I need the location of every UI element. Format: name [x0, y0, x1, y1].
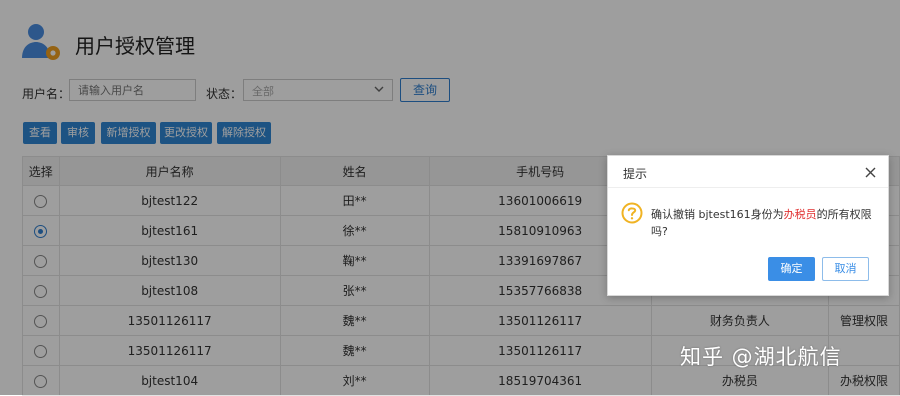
dialog-message-role: 办税员 [783, 208, 817, 221]
page: 用户授权管理 用户名： 状态： 全部 查询 查看 审核 新增授权 更改授权 解除… [0, 0, 900, 396]
cancel-button[interactable]: 取消 [822, 257, 869, 281]
watermark: 知乎 @湖北航信 [680, 345, 842, 369]
confirm-button[interactable]: 确定 [768, 257, 815, 281]
dialog-message-prefix: 确认撤销 bjtest161身份为 [651, 208, 784, 221]
close-icon[interactable] [865, 167, 876, 178]
dialog-title: 提示 [623, 167, 648, 181]
dialog-message: 确认撤销 bjtest161身份为办税员的所有权限吗? [651, 206, 876, 240]
confirm-dialog: 提示 确认撤销 bjtest161身份为办税员的所有权限吗? 确定 取消 [607, 155, 889, 296]
dialog-header: 提示 [608, 156, 888, 188]
question-icon [621, 202, 643, 224]
